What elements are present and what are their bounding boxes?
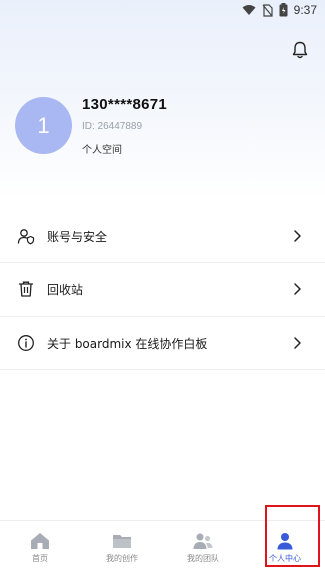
battery-icon bbox=[279, 3, 288, 17]
profile-id: ID: 26447889 bbox=[82, 121, 143, 132]
nav-item-my-team[interactable]: 我的团队 bbox=[167, 521, 239, 569]
status-time: 9:37 bbox=[293, 3, 317, 17]
avatar-initial: 1 bbox=[37, 112, 50, 138]
trash-icon bbox=[18, 281, 34, 297]
menu-item-account-security[interactable]: 账号与安全 bbox=[0, 210, 325, 262]
no-sim-icon bbox=[262, 3, 273, 17]
menu-item-label: 账号与安全 bbox=[47, 229, 108, 244]
team-icon bbox=[193, 533, 213, 549]
chevron-right-icon bbox=[294, 337, 301, 349]
divider bbox=[0, 369, 325, 370]
info-icon bbox=[18, 335, 34, 351]
highlight-box bbox=[265, 505, 320, 567]
user-shield-icon bbox=[17, 229, 35, 245]
menu-item-about[interactable]: 关于 boardmix 在线协作白板 bbox=[0, 317, 325, 369]
home-icon bbox=[31, 533, 49, 549]
avatar[interactable]: 1 bbox=[15, 97, 72, 154]
menu-item-label: 关于 boardmix 在线协作白板 bbox=[47, 336, 208, 351]
profile-phone: 130****8671 bbox=[82, 96, 168, 113]
menu-item-recycle-bin[interactable]: 回收站 bbox=[0, 263, 325, 315]
chevron-right-icon bbox=[294, 283, 301, 295]
bell-icon[interactable] bbox=[290, 40, 310, 60]
nav-label: 首页 bbox=[32, 554, 48, 563]
status-bar: 9:37 bbox=[0, 0, 325, 24]
wifi-icon bbox=[242, 5, 256, 15]
nav-label: 我的创作 bbox=[106, 554, 138, 563]
nav-label: 我的团队 bbox=[187, 554, 219, 563]
chevron-right-icon bbox=[294, 230, 301, 242]
personal-space-link[interactable]: 个人空间 bbox=[82, 141, 122, 156]
folder-icon bbox=[113, 535, 131, 548]
menu-item-label: 回收站 bbox=[47, 282, 84, 297]
nav-item-home[interactable]: 首页 bbox=[4, 521, 76, 569]
nav-item-my-creations[interactable]: 我的创作 bbox=[86, 521, 158, 569]
